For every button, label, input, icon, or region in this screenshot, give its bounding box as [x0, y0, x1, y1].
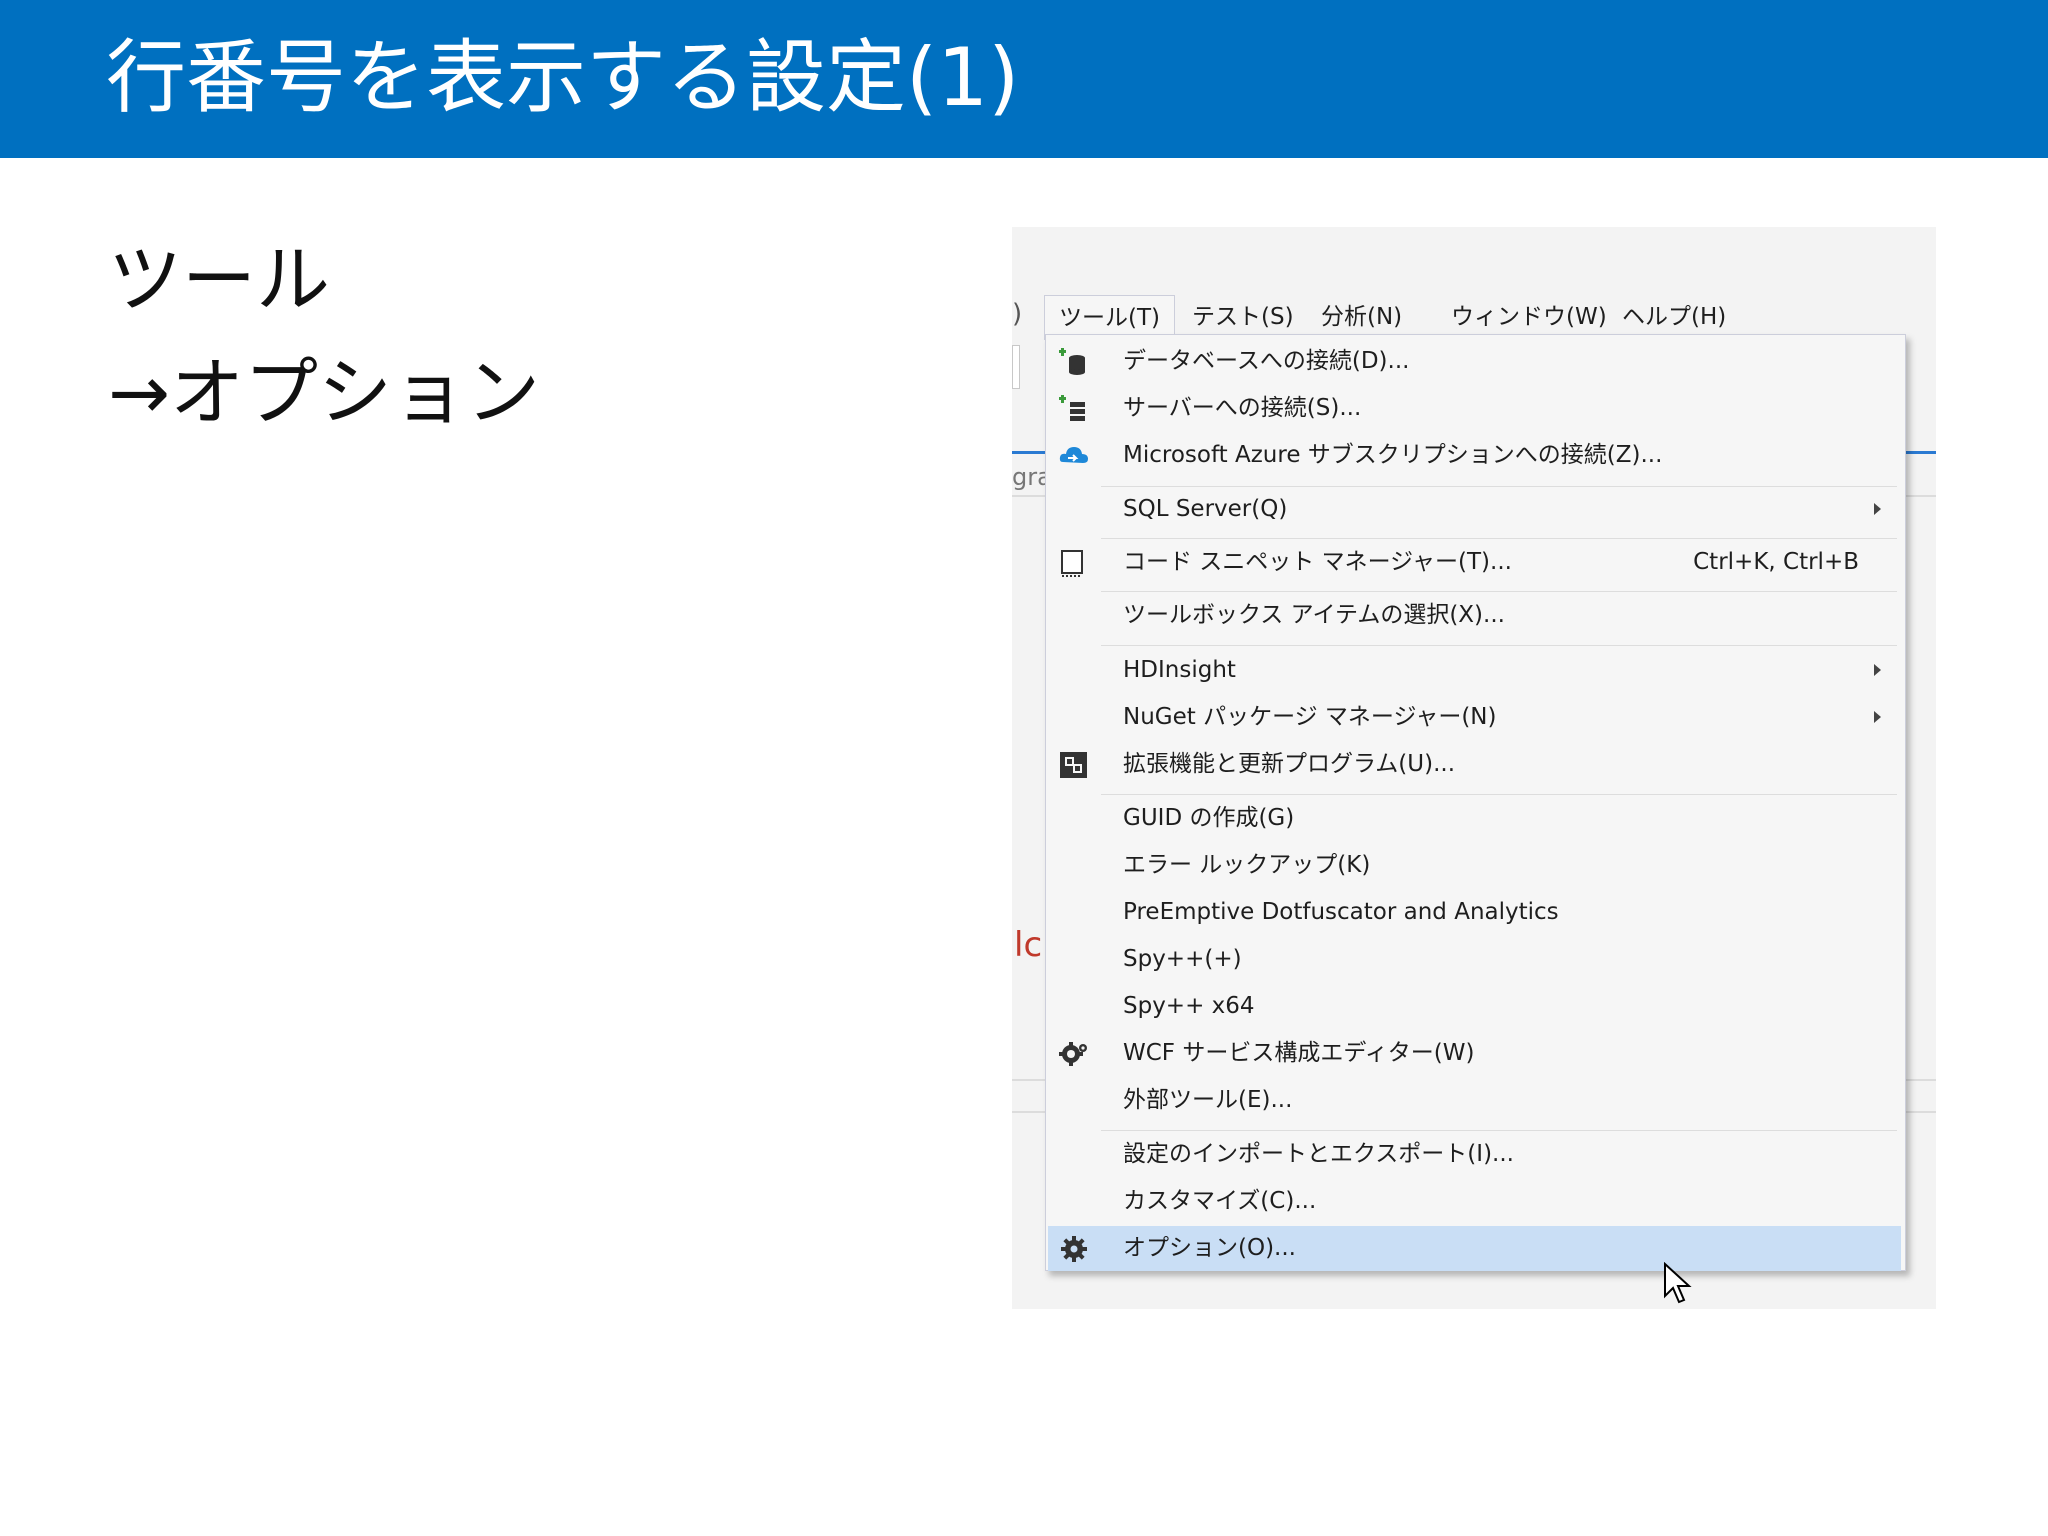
menu-item-label: カスタマイズ(C)... — [1123, 1188, 1317, 1214]
menu-test[interactable]: テスト(S) — [1178, 295, 1308, 339]
menu-item-shortcut: Ctrl+K, Ctrl+B — [1693, 549, 1859, 575]
menu-item-label: オプション(O)... — [1123, 1235, 1296, 1261]
menu-item-toolbox-items[interactable]: ツールボックス アイテムの選択(X)... — [1048, 593, 1901, 638]
gear-icon — [1061, 1236, 1087, 1262]
extensions-icon — [1060, 752, 1087, 778]
menu-item-server-connect[interactable]: サーバーへの接続(S)... — [1048, 386, 1901, 431]
menu-item-label: WCF サービス構成エディター(W) — [1123, 1040, 1475, 1066]
menu-item-sql-server[interactable]: SQL Server(Q) — [1048, 487, 1901, 532]
menu-item-label: GUID の作成(G) — [1123, 805, 1295, 831]
submenu-arrow-icon — [1874, 503, 1881, 515]
menu-item-label: エラー ルックアップ(K) — [1123, 852, 1371, 878]
mouse-cursor-icon — [1664, 1262, 1692, 1304]
menu-item-nuget[interactable]: NuGet パッケージ マネージャー(N) — [1048, 695, 1901, 740]
submenu-arrow-icon — [1874, 664, 1881, 676]
instruction-line-tools: ツール — [108, 237, 330, 323]
menu-item-import-export[interactable]: 設定のインポートとエクスポート(I)... — [1048, 1132, 1901, 1177]
slide-title-bar: 行番号を表示する設定(1) — [0, 0, 2048, 158]
menu-item-label: サーバーへの接続(S)... — [1123, 395, 1362, 421]
menu-item-snippet-manager[interactable]: コード スニペット マネージャー(T)... Ctrl+K, Ctrl+B — [1048, 540, 1901, 585]
menu-item-label: SQL Server(Q) — [1123, 496, 1288, 522]
menu-item-label: コード スニペット マネージャー(T)... — [1123, 549, 1512, 575]
server-connect-icon — [1059, 395, 1085, 421]
menu-separator — [1101, 794, 1897, 795]
menu-item-customize[interactable]: カスタマイズ(C)... — [1048, 1179, 1901, 1224]
slide-title: 行番号を表示する設定(1) — [106, 31, 1020, 124]
menu-analyze[interactable]: 分析(N) — [1307, 295, 1416, 339]
menu-item-extensions[interactable]: 拡張機能と更新プログラム(U)... — [1048, 742, 1901, 787]
menu-item-label: 設定のインポートとエクスポート(I)... — [1123, 1141, 1514, 1167]
wcf-gear-icon — [1059, 1042, 1087, 1066]
vs-screenshot: ) gra lc ツール(T) テスト(S) 分析(N) ウィンドウ(W) ヘル… — [1012, 227, 1936, 1309]
menu-help[interactable]: ヘルプ(H) — [1608, 295, 1740, 339]
menu-item-label: ツールボックス アイテムの選択(X)... — [1123, 602, 1505, 628]
menu-item-create-guid[interactable]: GUID の作成(G) — [1048, 796, 1901, 841]
menu-item-spy[interactable]: Spy++(+) — [1048, 937, 1901, 982]
menu-item-wcf-editor[interactable]: WCF サービス構成エディター(W) — [1048, 1031, 1901, 1076]
menu-item-label: データベースへの接続(D)... — [1123, 348, 1410, 374]
menu-separator — [1101, 1130, 1897, 1131]
menu-item-preemptive[interactable]: PreEmptive Dotfuscator and Analytics — [1048, 890, 1901, 935]
menu-window[interactable]: ウィンドウ(W) — [1437, 295, 1621, 339]
menu-item-label: HDInsight — [1123, 657, 1236, 683]
menu-item-external-tools[interactable]: 外部ツール(E)... — [1048, 1078, 1901, 1123]
menu-item-label: Microsoft Azure サブスクリプションへの接続(Z)... — [1123, 442, 1663, 468]
menu-item-label: Spy++(+) — [1123, 946, 1242, 972]
snippet-icon — [1061, 550, 1083, 577]
menu-item-azure[interactable]: Microsoft Azure サブスクリプションへの接続(Z)... — [1048, 433, 1901, 478]
menu-item-options[interactable]: オプション(O)... — [1048, 1226, 1901, 1271]
azure-cloud-icon — [1059, 447, 1088, 463]
menu-separator — [1101, 591, 1897, 592]
editor-fragment-text: lc — [1014, 925, 1043, 965]
database-connect-icon — [1059, 348, 1085, 375]
menu-item-label: PreEmptive Dotfuscator and Analytics — [1123, 899, 1559, 925]
menu-item-label: NuGet パッケージ マネージャー(N) — [1123, 704, 1497, 730]
menu-item-label: Spy++ x64 — [1123, 993, 1255, 1019]
menu-item-label: 拡張機能と更新プログラム(U)... — [1123, 751, 1456, 777]
tools-dropdown-menu: データベースへの接続(D)... サーバーへの接続(S)... Microsof… — [1045, 334, 1906, 1271]
menu-item-label: 外部ツール(E)... — [1123, 1087, 1293, 1113]
menu-item-hdinsight[interactable]: HDInsight — [1048, 648, 1901, 693]
menu-item-spy-x64[interactable]: Spy++ x64 — [1048, 984, 1901, 1029]
menu-separator — [1101, 645, 1897, 646]
instruction-line-options: →オプション — [108, 350, 541, 436]
submenu-arrow-icon — [1874, 711, 1881, 723]
menu-item-error-lookup[interactable]: エラー ルックアップ(K) — [1048, 843, 1901, 888]
editor-fragment-box — [1012, 345, 1020, 389]
menu-item-db-connect[interactable]: データベースへの接続(D)... — [1048, 339, 1901, 384]
menu-separator — [1101, 538, 1897, 539]
